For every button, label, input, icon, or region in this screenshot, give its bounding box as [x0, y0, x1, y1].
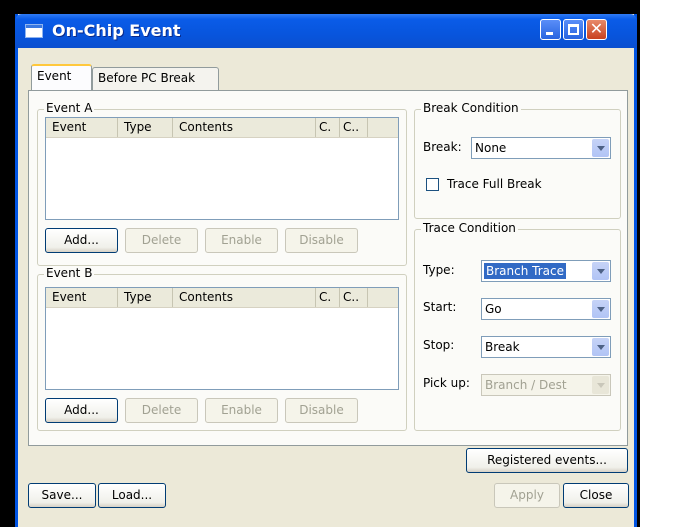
- event-b-disable-button[interactable]: Disable: [285, 398, 358, 423]
- stop-select-value: Break: [485, 340, 520, 354]
- title-bar[interactable]: On-Chip Event ✕: [15, 14, 637, 48]
- break-select[interactable]: None: [471, 137, 611, 159]
- minimize-button[interactable]: [540, 19, 561, 40]
- event-a-enable-button[interactable]: Enable: [205, 228, 278, 253]
- pickup-select-value: Branch / Dest: [485, 378, 567, 392]
- chevron-down-icon[interactable]: [592, 262, 609, 280]
- event-b-header: Event Type Contents C. C..: [46, 288, 398, 308]
- type-select[interactable]: Branch Trace: [481, 260, 611, 282]
- tab-event[interactable]: Event: [31, 64, 92, 91]
- col-event[interactable]: Event: [46, 118, 118, 137]
- event-a-list[interactable]: Event Type Contents C. C..: [45, 117, 399, 220]
- load-button[interactable]: Load...: [98, 483, 166, 508]
- maximize-button[interactable]: [563, 19, 584, 40]
- pickup-label: Pick up:: [423, 376, 470, 390]
- dialog-window: On-Chip Event ✕ Event Before PC Break Ev…: [15, 14, 637, 527]
- event-b-enable-button[interactable]: Enable: [205, 398, 278, 423]
- chevron-down-icon[interactable]: [592, 338, 609, 356]
- event-b-list[interactable]: Event Type Contents C. C..: [45, 287, 399, 390]
- col-c2[interactable]: C..: [340, 288, 368, 307]
- event-a-title: Event A: [44, 101, 95, 115]
- chevron-down-icon[interactable]: [592, 300, 609, 318]
- stop-label: Stop:: [423, 338, 455, 352]
- event-a-header: Event Type Contents C. C..: [46, 118, 398, 138]
- event-a-disable-button[interactable]: Disable: [285, 228, 358, 253]
- trace-full-break-checkbox[interactable]: [426, 178, 439, 191]
- tab-panel: Event A Event Type Contents C. C.. Add..…: [28, 90, 628, 446]
- col-contents[interactable]: Contents: [173, 118, 316, 137]
- break-condition-title: Break Condition: [421, 101, 521, 115]
- window-title: On-Chip Event: [52, 21, 181, 40]
- col-type[interactable]: Type: [118, 118, 173, 137]
- col-event[interactable]: Event: [46, 288, 118, 307]
- event-a-delete-button[interactable]: Delete: [125, 228, 198, 253]
- col-c1[interactable]: C.: [316, 118, 340, 137]
- event-b-title: Event B: [44, 266, 95, 280]
- col-type[interactable]: Type: [118, 288, 173, 307]
- close-icon: ✕: [589, 19, 604, 38]
- trace-full-break-label: Trace Full Break: [447, 177, 542, 191]
- col-c2[interactable]: C..: [340, 118, 368, 137]
- event-b-delete-button[interactable]: Delete: [125, 398, 198, 423]
- event-b-add-button[interactable]: Add...: [45, 398, 118, 423]
- chevron-down-icon[interactable]: [592, 139, 609, 157]
- chevron-down-icon[interactable]: [592, 376, 609, 394]
- type-label: Type:: [423, 263, 455, 277]
- col-contents[interactable]: Contents: [173, 288, 316, 307]
- break-select-value: None: [475, 141, 507, 155]
- registered-events-button[interactable]: Registered events...: [466, 448, 628, 473]
- apply-button[interactable]: Apply: [494, 483, 560, 508]
- close-window-button[interactable]: ✕: [586, 19, 607, 40]
- start-label: Start:: [423, 300, 457, 314]
- start-select-value: Go: [485, 302, 502, 316]
- stop-select[interactable]: Break: [481, 336, 611, 358]
- tab-before-pc-break[interactable]: Before PC Break: [92, 67, 219, 91]
- break-condition-group: Break Condition: [414, 101, 621, 219]
- type-select-value: Branch Trace: [484, 263, 566, 279]
- background-area: [640, 0, 686, 527]
- close-button[interactable]: Close: [563, 483, 629, 508]
- event-a-add-button[interactable]: Add...: [45, 228, 118, 253]
- trace-condition-title: Trace Condition: [421, 221, 518, 235]
- save-button[interactable]: Save...: [28, 483, 96, 508]
- col-c1[interactable]: C.: [316, 288, 340, 307]
- break-label: Break:: [423, 140, 462, 154]
- pickup-select[interactable]: Branch / Dest: [481, 374, 611, 396]
- start-select[interactable]: Go: [481, 298, 611, 320]
- window-icon: [25, 24, 43, 38]
